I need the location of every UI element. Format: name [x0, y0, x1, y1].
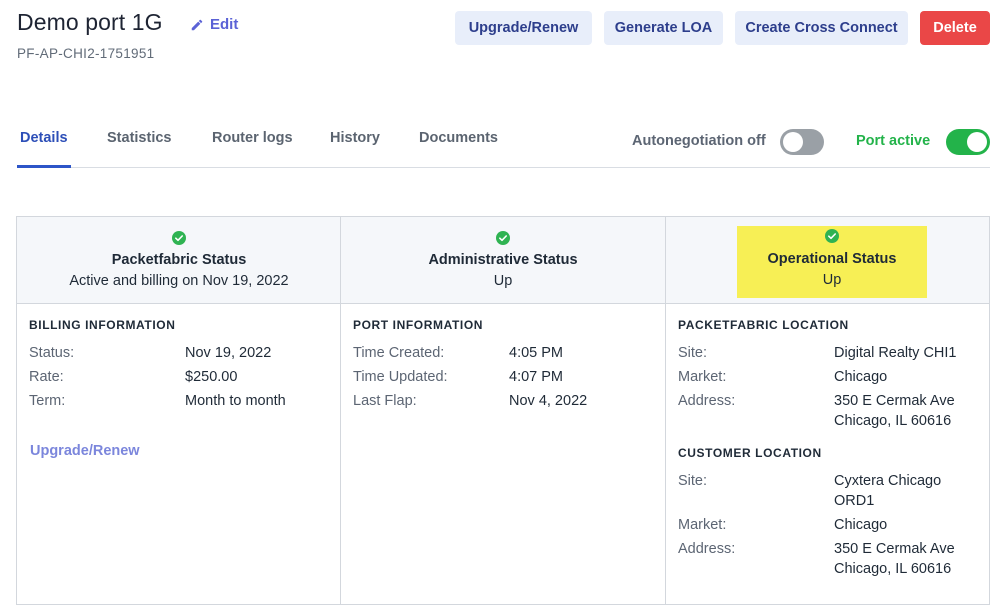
customer-site-line2: ORD1 — [834, 493, 875, 509]
time-updated-value: 4:07 PM — [509, 369, 563, 385]
tab-details[interactable]: Details — [20, 130, 68, 146]
pf-address-line1: 350 E Cermak Ave — [834, 393, 955, 409]
pf-location-heading: PACKETFABRIC LOCATION — [678, 318, 849, 332]
details-panel: Packetfabric Status Active and billing o… — [16, 216, 990, 605]
column-divider — [340, 217, 341, 604]
billing-status-label: Status: — [29, 345, 75, 361]
pf-address-line2: Chicago, IL 60616 — [834, 413, 952, 429]
customer-market-label: Market: — [678, 517, 727, 533]
check-circle-icon — [172, 231, 186, 245]
toggle-knob — [783, 132, 803, 152]
upgrade-renew-button[interactable]: Upgrade/Renew — [455, 11, 592, 45]
time-created-label: Time Created: — [353, 345, 445, 361]
status-row: Packetfabric Status Active and billing o… — [17, 217, 989, 304]
port-info-heading: PORT INFORMATION — [353, 318, 484, 332]
customer-site-line1: Cyxtera Chicago — [834, 473, 942, 489]
delete-button[interactable]: Delete — [920, 11, 990, 45]
billing-rate-label: Rate: — [29, 369, 64, 385]
port-id: PF-AP-CHI2-1751951 — [17, 46, 155, 61]
check-circle-icon — [825, 229, 839, 243]
autonegotiation-toggle[interactable] — [780, 129, 824, 155]
active-tab-indicator — [17, 165, 71, 168]
status-title: Packetfabric Status — [111, 252, 247, 268]
customer-site-label: Site: — [678, 473, 708, 489]
customer-market-value: Chicago — [834, 517, 888, 533]
billing-term-label: Term: — [29, 393, 66, 409]
toggle-knob — [967, 132, 987, 152]
tab-router-logs[interactable]: Router logs — [212, 130, 293, 146]
status-title: Administrative Status — [428, 252, 578, 268]
autonegotiation-label: Autonegotiation off — [632, 133, 766, 149]
port-active-label: Port active — [856, 133, 931, 149]
administrative-status: Administrative Status Up — [341, 217, 665, 304]
generate-loa-button[interactable]: Generate LOA — [604, 11, 723, 45]
status-value: Up — [822, 272, 842, 288]
pf-site-value: Digital Realty CHI1 — [834, 345, 957, 361]
packetfabric-status: Packetfabric Status Active and billing o… — [17, 217, 341, 304]
pf-market-label: Market: — [678, 369, 727, 385]
time-updated-label: Time Updated: — [353, 369, 448, 385]
billing-status-value: Nov 19, 2022 — [185, 345, 272, 361]
action-bar: Upgrade/Renew Generate LOA Create Cross … — [0, 11, 1008, 45]
customer-address-label: Address: — [678, 541, 736, 557]
customer-address-line2: Chicago, IL 60616 — [834, 561, 952, 577]
tab-bar: Details Statistics Router logs History D… — [17, 118, 990, 168]
last-flap-value: Nov 4, 2022 — [509, 393, 588, 409]
last-flap-label: Last Flap: — [353, 393, 417, 409]
create-cross-connect-button[interactable]: Create Cross Connect — [735, 11, 908, 45]
status-value: Active and billing on Nov 19, 2022 — [69, 273, 289, 289]
billing-heading: BILLING INFORMATION — [29, 318, 176, 332]
customer-address-line1: 350 E Cermak Ave — [834, 541, 955, 557]
tab-statistics[interactable]: Statistics — [107, 130, 171, 146]
billing-term-value: Month to month — [185, 393, 286, 409]
pf-site-label: Site: — [678, 345, 708, 361]
column-divider — [665, 217, 666, 604]
check-circle-icon — [496, 231, 510, 245]
tab-history[interactable]: History — [330, 130, 380, 146]
customer-location-heading: CUSTOMER LOCATION — [678, 446, 822, 460]
pf-address-label: Address: — [678, 393, 736, 409]
operational-status: Operational Status Up — [737, 217, 927, 304]
upgrade-renew-link[interactable]: Upgrade/Renew — [30, 443, 140, 459]
port-active-toggle[interactable] — [946, 129, 990, 155]
tab-documents[interactable]: Documents — [419, 130, 498, 146]
status-value: Up — [493, 273, 513, 289]
time-created-value: 4:05 PM — [509, 345, 563, 361]
pf-market-value: Chicago — [834, 369, 888, 385]
status-title: Operational Status — [767, 251, 897, 267]
billing-rate-value: $250.00 — [185, 369, 238, 385]
